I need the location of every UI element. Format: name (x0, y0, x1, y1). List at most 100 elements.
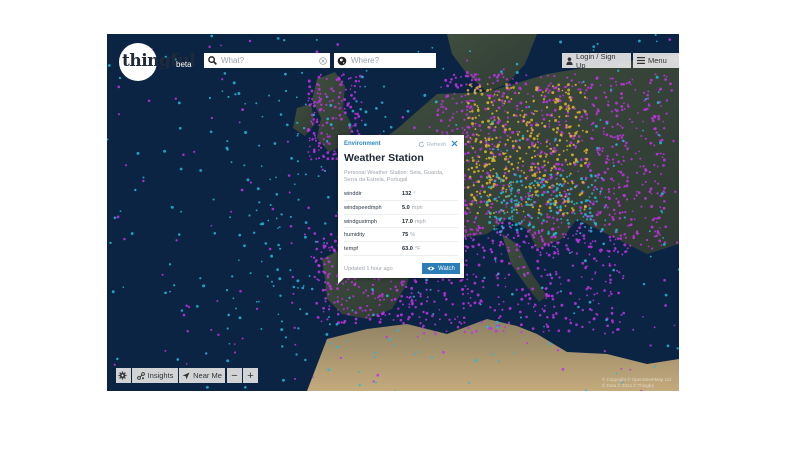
thing-marker[interactable] (371, 292, 374, 295)
thing-marker[interactable] (384, 314, 387, 316)
thing-marker[interactable] (471, 200, 474, 203)
thing-marker[interactable] (480, 195, 483, 198)
thing-marker[interactable] (596, 146, 599, 150)
close-icon[interactable] (451, 140, 458, 149)
thing-marker[interactable] (503, 168, 506, 171)
thing-marker[interactable] (470, 193, 474, 197)
thing-marker[interactable] (531, 143, 534, 147)
thing-marker[interactable] (493, 180, 497, 183)
thing-marker[interactable] (620, 82, 623, 86)
thing-marker[interactable] (560, 163, 564, 167)
thing-marker[interactable] (276, 37, 280, 40)
thing-marker[interactable] (499, 233, 502, 237)
thing-marker[interactable] (243, 164, 246, 167)
thing-marker[interactable] (481, 120, 485, 124)
thing-marker[interactable] (500, 70, 503, 74)
thing-marker[interactable] (537, 208, 541, 211)
thing-marker[interactable] (580, 212, 583, 215)
thing-marker[interactable] (470, 73, 473, 77)
thing-marker[interactable] (555, 189, 558, 192)
thing-marker[interactable] (527, 293, 531, 296)
thing-marker[interactable] (581, 180, 585, 184)
thing-marker[interactable] (321, 168, 324, 171)
thing-marker[interactable] (622, 311, 626, 315)
thing-marker[interactable] (312, 376, 315, 379)
thing-marker[interactable] (484, 137, 487, 140)
thing-marker[interactable] (656, 101, 660, 105)
thing-marker[interactable] (475, 160, 478, 164)
thing-marker[interactable] (590, 83, 594, 87)
thing-marker[interactable] (229, 216, 232, 219)
thing-marker[interactable] (560, 130, 563, 134)
thing-marker[interactable] (328, 142, 331, 146)
thing-marker[interactable] (548, 186, 551, 189)
thing-marker[interactable] (513, 199, 516, 202)
thing-marker[interactable] (626, 176, 629, 179)
thing-marker[interactable] (419, 292, 422, 296)
thing-marker[interactable] (273, 142, 277, 145)
thing-marker[interactable] (335, 117, 337, 120)
thing-marker[interactable] (328, 135, 331, 138)
thing-marker[interactable] (648, 190, 652, 193)
thing-marker[interactable] (610, 312, 614, 315)
thing-marker[interactable] (607, 190, 611, 193)
thing-marker[interactable] (249, 181, 253, 184)
menu-button[interactable]: Menu (633, 53, 679, 68)
thing-marker[interactable] (557, 83, 561, 87)
thing-marker[interactable] (637, 112, 639, 114)
thing-marker[interactable] (521, 184, 524, 187)
thing-marker[interactable] (616, 237, 620, 240)
thing-marker[interactable] (475, 202, 478, 205)
thing-marker[interactable] (549, 202, 553, 206)
thing-marker[interactable] (511, 218, 514, 221)
thing-marker[interactable] (470, 145, 473, 148)
thing-marker[interactable] (471, 117, 475, 120)
thing-marker[interactable] (269, 178, 272, 181)
thing-marker[interactable] (536, 146, 539, 149)
thing-marker[interactable] (515, 114, 518, 118)
thing-marker[interactable] (625, 141, 628, 145)
thing-marker[interactable] (550, 187, 553, 189)
thing-marker[interactable] (239, 289, 242, 293)
thing-marker[interactable] (297, 327, 300, 330)
thing-marker[interactable] (540, 235, 543, 238)
thing-marker[interactable] (377, 296, 379, 299)
thing-marker[interactable] (625, 184, 629, 188)
thing-marker[interactable] (322, 237, 326, 240)
thing-marker[interactable] (580, 177, 583, 181)
thing-marker[interactable] (440, 105, 443, 108)
thing-marker[interactable] (472, 273, 475, 276)
thing-marker[interactable] (555, 194, 559, 198)
thing-marker[interactable] (451, 303, 454, 306)
thing-marker[interactable] (313, 275, 316, 279)
thing-marker[interactable] (408, 303, 411, 306)
thing-marker[interactable] (567, 107, 571, 110)
thing-marker[interactable] (500, 253, 503, 255)
thing-marker[interactable] (320, 132, 323, 135)
thing-marker[interactable] (604, 332, 606, 335)
thing-marker[interactable] (361, 75, 364, 79)
thing-marker[interactable] (374, 381, 377, 384)
thing-marker[interactable] (475, 86, 479, 90)
thing-marker[interactable] (204, 352, 208, 355)
thing-marker[interactable] (454, 318, 457, 321)
thing-marker[interactable] (622, 159, 625, 163)
thing-marker[interactable] (443, 291, 447, 295)
thing-marker[interactable] (642, 129, 644, 132)
thing-marker[interactable] (302, 126, 306, 130)
thing-marker[interactable] (331, 157, 335, 161)
thing-marker[interactable] (498, 230, 502, 234)
thing-marker[interactable] (340, 321, 343, 324)
thing-marker[interactable] (531, 233, 535, 237)
thing-marker[interactable] (528, 195, 530, 197)
thing-marker[interactable] (559, 209, 562, 212)
thing-marker[interactable] (502, 184, 505, 187)
thing-marker[interactable] (381, 295, 384, 298)
thing-marker[interactable] (497, 296, 500, 299)
thing-marker[interactable] (258, 201, 261, 204)
thing-marker[interactable] (566, 175, 569, 178)
thing-marker[interactable] (597, 210, 600, 213)
thing-marker[interactable] (466, 233, 469, 236)
thing-marker[interactable] (620, 105, 624, 108)
thing-marker[interactable] (558, 276, 561, 279)
